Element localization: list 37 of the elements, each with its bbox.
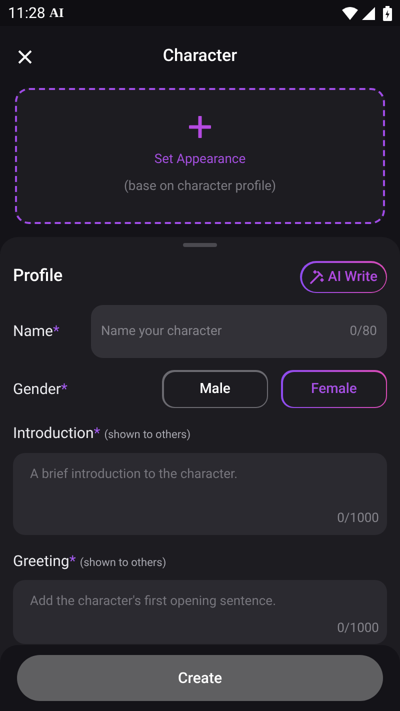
plus-icon [189, 116, 211, 138]
set-appearance-button[interactable]: Set Appearance (base on character profile) [15, 88, 385, 224]
name-input-text[interactable]: Name your character [101, 322, 350, 342]
character-counter: 0/1000 [337, 510, 379, 528]
required-mark: * [94, 423, 100, 444]
battery-icon [383, 6, 392, 20]
ai-write-button[interactable]: AI Write [302, 262, 386, 292]
appearance-hint: (base on character profile) [124, 178, 276, 196]
screen-title: Character [162, 45, 238, 68]
text-area-placeholder: A brief introduction to the character. [30, 466, 239, 484]
close-icon[interactable] [16, 48, 34, 66]
character-counter: 0/1000 [337, 620, 379, 638]
field-note: (shown to others) [104, 427, 191, 443]
profile-title: Profile [13, 265, 63, 288]
text-area[interactable]: Add the character's first opening sentence. 0/1000 [13, 580, 387, 644]
field-label: Greeting [13, 550, 70, 572]
drag-handle[interactable] [183, 243, 217, 247]
required-mark: * [52, 321, 60, 342]
magic-pen-icon [310, 270, 324, 284]
field-label: Introduction [13, 423, 94, 444]
wifi-icon [342, 6, 358, 20]
create-button[interactable]: Create [17, 655, 383, 701]
field-label: Gender [13, 378, 61, 400]
name-input[interactable]: Name your character 0/80 [91, 305, 387, 358]
field-note: (shown to others) [80, 554, 166, 570]
signal-icon [362, 6, 375, 20]
required-mark: * [69, 550, 76, 572]
status-time: 11:28 [8, 2, 46, 24]
gender-option[interactable]: Female [282, 372, 386, 406]
text-area-placeholder: Add the character's first opening sentence. [30, 593, 277, 611]
appearance-label: Set Appearance [154, 150, 246, 168]
required-mark: * [60, 378, 68, 400]
field-label: Name [13, 321, 53, 342]
character-counter: 0/80 [350, 322, 377, 341]
gender-option[interactable]: Male [164, 372, 266, 406]
notification-icon: AI [49, 3, 64, 23]
text-area[interactable]: A brief introduction to the character. 0/1000 [13, 452, 387, 534]
